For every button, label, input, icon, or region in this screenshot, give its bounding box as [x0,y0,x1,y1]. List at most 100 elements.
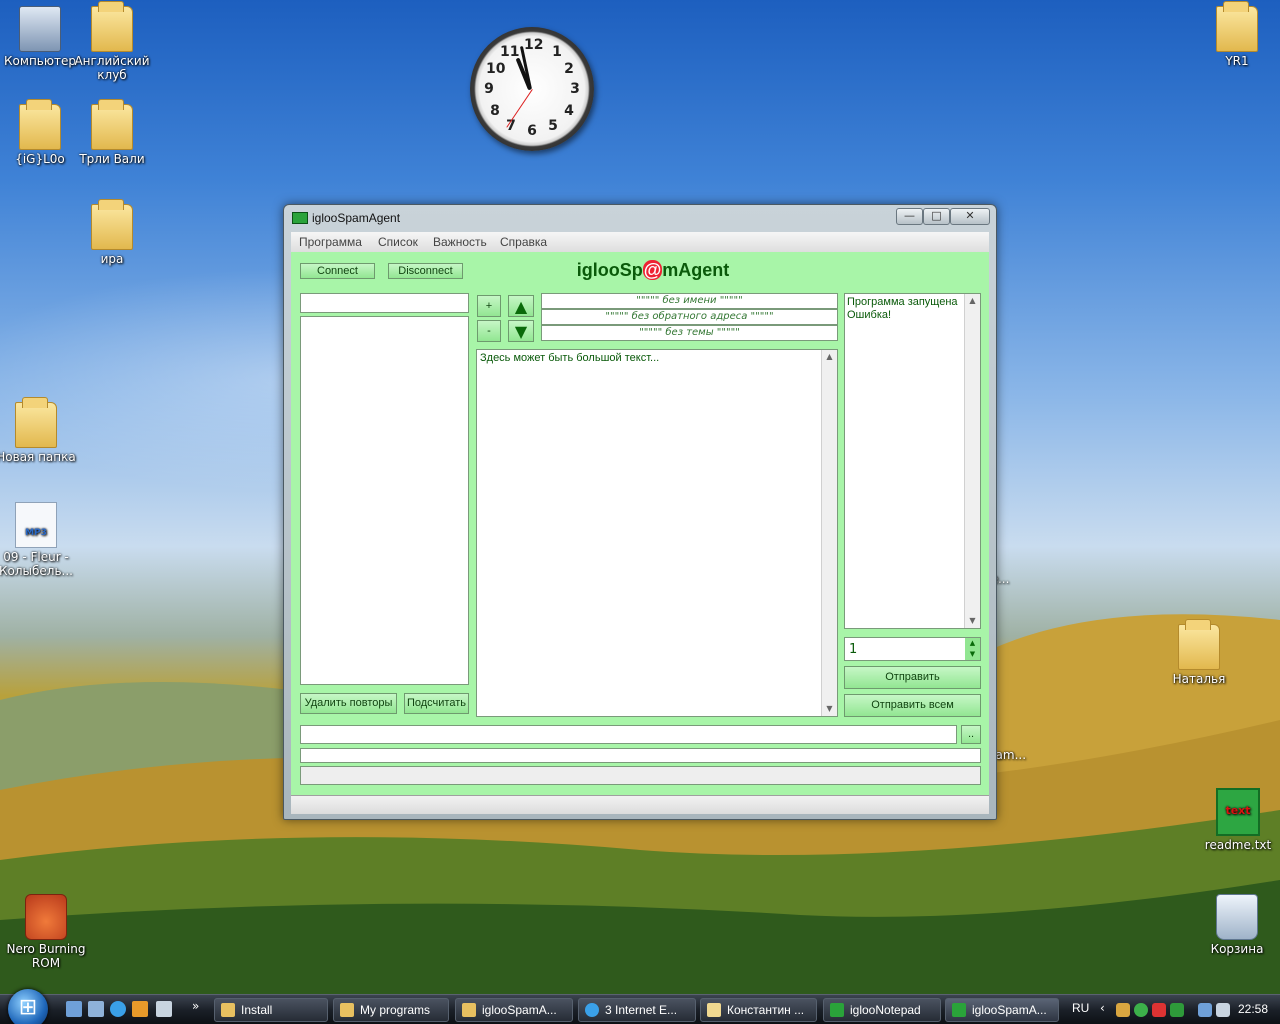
move-up-arrow-icon[interactable]: ▲ [508,295,534,317]
nero-icon [25,894,67,940]
close-button[interactable]: ✕ [950,208,990,225]
desktop-icon-readme[interactable]: text readme.txt [1198,788,1278,852]
quick-launch-overflow[interactable]: » [192,999,199,1013]
message-scrollbar[interactable]: ▲ ▼ [821,350,837,716]
menu-priority[interactable]: Важность [433,235,487,249]
clock-time[interactable]: 22:58 [1238,1002,1268,1016]
connect-button[interactable]: Connect [300,263,375,279]
tray-network-icon[interactable] [1134,1003,1148,1017]
menu-help[interactable]: Справка [500,235,547,249]
remove-duplicates-button[interactable]: Удалить повторы [300,693,397,714]
count-spinner[interactable]: 1 ▲ ▼ [844,637,981,661]
desktop-icon-mp3[interactable]: MP3 09 - Fleur - Колыбель... [0,502,76,578]
computer-icon [19,6,61,52]
tray-expand-icon[interactable]: ‹ [1100,1001,1105,1015]
internet-explorer-icon [585,1003,599,1017]
minimize-button[interactable]: — [896,208,923,225]
tray-volume-icon[interactable] [1216,1003,1230,1017]
folder-icon [19,99,61,150]
taskbar-item-my-programs[interactable]: My programs [333,998,449,1022]
desktop-icon-nero[interactable]: Nero Burning ROM [6,894,86,970]
app-window[interactable]: iglooSpamAgent — □ ✕ Программа Список Ва… [283,204,997,820]
spinner-up-icon[interactable]: ▲ [965,638,980,649]
desktop-icon-recycle-bin[interactable]: Корзина [1197,894,1277,956]
sender-name-field[interactable]: """"" без имени """"" [541,293,838,309]
mail-icon [707,1003,721,1017]
subject-field[interactable]: """"" без темы """"" [541,325,838,341]
taskbar-item-spamagent-2[interactable]: iglooSpamA... [945,998,1059,1022]
disconnect-button[interactable]: Disconnect [388,263,463,279]
recycle-bin-icon [1216,894,1258,940]
desktop-icon-ira[interactable]: ира [72,199,152,266]
add-address-button[interactable]: + [477,295,501,317]
move-down-arrow-icon[interactable]: ▼ [508,320,534,342]
folder-icon [1178,619,1220,670]
taskbar-item-install[interactable]: Install [214,998,328,1022]
clock-second-hand [506,89,533,128]
browse-button[interactable]: .. [961,725,981,744]
tray-antivirus-icon[interactable] [1152,1003,1166,1017]
menu-program[interactable]: Программа [299,235,362,249]
scroll-up-icon[interactable]: ▲ [965,294,980,308]
app-icon [952,1003,966,1017]
tray-check-icon[interactable] [1170,1003,1184,1017]
scroll-down-icon[interactable]: ▼ [965,614,980,628]
language-indicator[interactable]: RU [1072,1001,1089,1015]
send-button[interactable]: Отправить [844,666,981,689]
taskbar-item-notepad[interactable]: iglooNotepad [823,998,941,1022]
window-client: Программа Список Важность Справка Connec… [291,232,989,814]
maximize-button[interactable]: □ [923,208,950,225]
address-list[interactable] [300,316,469,685]
status-bar [291,795,989,814]
app-banner: iglooSp@mAgent [576,260,730,280]
desktop-icon-english-club[interactable]: Английский клуб [72,1,152,82]
folder-icon [221,1003,235,1017]
window-title: iglooSpamAgent [312,211,401,225]
folder-icon [91,99,133,150]
send-all-button[interactable]: Отправить всем [844,694,981,717]
log-scrollbar[interactable]: ▲ ▼ [964,294,980,628]
folder-icon [462,1003,476,1017]
folder-icon [1216,1,1258,52]
progress-bar-2 [300,766,981,785]
internet-explorer-icon[interactable] [110,1001,126,1017]
desktop-icon-igloo[interactable]: {iG}L0o [0,99,80,166]
reply-address-field[interactable]: """"" без обратного адреса """"" [541,309,838,325]
desktop-icon-trli-vali[interactable]: Трли Вали [72,99,152,166]
title-bar[interactable]: iglooSpamAgent — □ ✕ [284,205,996,231]
log-panel[interactable]: Программа запущена Ошибка! ▲ ▼ [844,293,981,629]
clock-gadget[interactable]: 12 1 2 3 4 5 6 7 8 9 10 11 [470,27,594,151]
switch-windows-icon[interactable] [88,1001,104,1017]
taskbar-item-konstantin[interactable]: Константин ... [700,998,817,1022]
media-player-icon[interactable] [132,1001,148,1017]
address-input[interactable] [300,293,469,313]
progress-bar-1 [300,748,981,763]
taskbar-item-spamagent-1[interactable]: iglooSpamA... [455,998,573,1022]
folder-icon [15,397,57,448]
folder-icon [91,1,133,52]
app-icon [292,212,308,224]
desktop-icon-new-folder[interactable]: Новая папка [0,397,76,464]
desktop-icon-yr1[interactable]: YR1 [1197,1,1277,68]
desktop-icon-natalya[interactable]: Наталья [1159,619,1239,686]
folder-icon [91,199,133,250]
desktop-icon-computer[interactable]: Компьютер [0,6,80,68]
music-file-icon: MP3 [15,502,57,548]
start-button[interactable] [8,989,48,1024]
tray-key-icon[interactable] [1116,1003,1130,1017]
message-body[interactable]: Здесь может быть большой текст... ▲ ▼ [476,349,838,717]
show-desktop-icon[interactable] [66,1001,82,1017]
taskbar: » Install My programs iglooSpamA... 3 In… [0,989,1280,1024]
count-button[interactable]: Подсчитать [404,693,469,714]
taskbar-item-internet-explorer[interactable]: 3 Internet E... [578,998,696,1022]
app-icon [830,1003,844,1017]
file-path-input[interactable] [300,725,957,744]
folder-icon [340,1003,354,1017]
scroll-down-icon[interactable]: ▼ [822,702,837,716]
scroll-up-icon[interactable]: ▲ [822,350,837,364]
menu-list[interactable]: Список [378,235,418,249]
remove-address-button[interactable]: - [477,320,501,342]
tray-monitor-icon[interactable] [1198,1003,1212,1017]
spinner-down-icon[interactable]: ▼ [965,649,980,660]
save-icon[interactable] [156,1001,172,1017]
